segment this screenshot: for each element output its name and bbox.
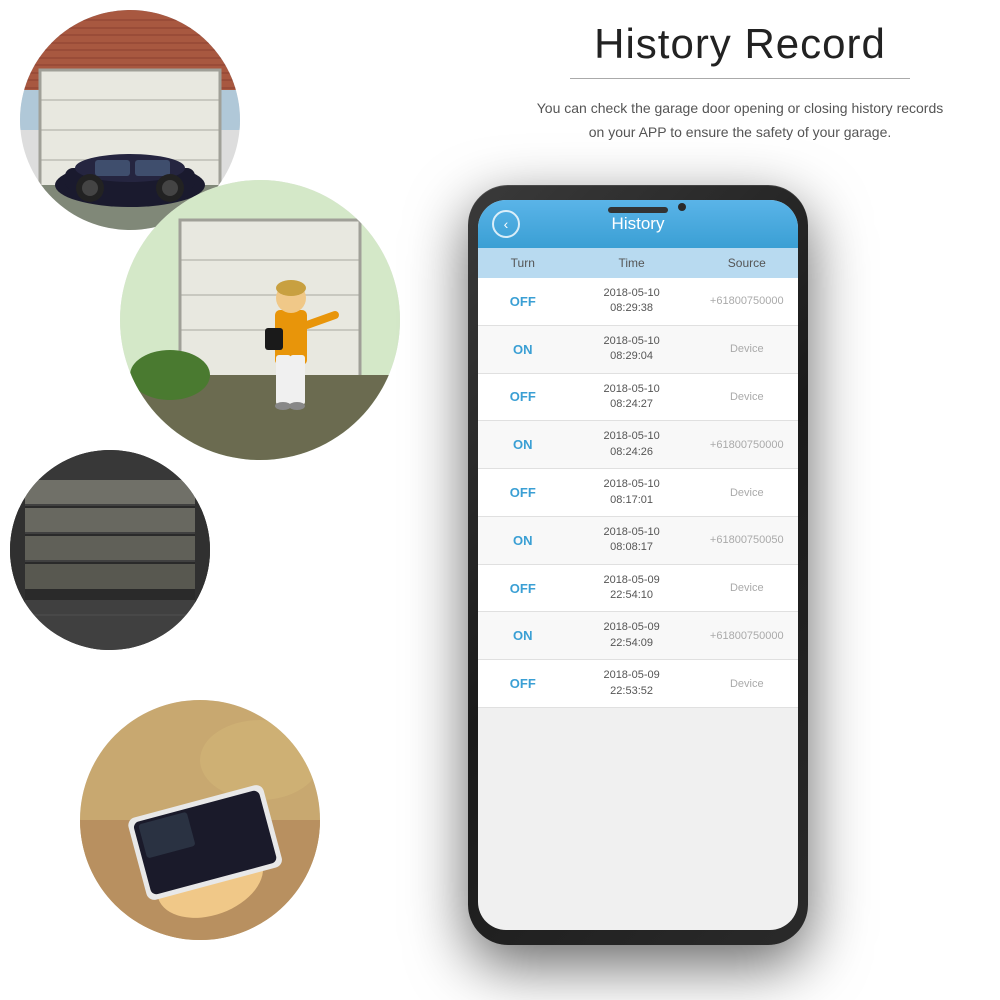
time-value: 2018-05-1008:17:01 (568, 477, 696, 508)
table-row: ON2018-05-1008:29:04Device (478, 326, 798, 374)
time-value: 2018-05-1008:29:38 (568, 286, 696, 317)
source-value: +61800750000 (696, 439, 798, 451)
turn-value: OFF (478, 485, 568, 500)
app-header-title: History (612, 214, 665, 234)
turn-value: ON (478, 533, 568, 548)
table-row: ON2018-05-0922:54:09+61800750000 (478, 612, 798, 660)
circle-opening-garage (10, 450, 210, 650)
table-row: ON2018-05-1008:24:26+61800750000 (478, 421, 798, 469)
turn-value: ON (478, 628, 568, 643)
page-title: History Record (480, 20, 1000, 68)
title-divider (570, 78, 910, 79)
right-section: History Record You can check the garage … (480, 0, 1000, 145)
table-row: OFF2018-05-1008:17:01Device (478, 469, 798, 517)
turn-value: ON (478, 437, 568, 452)
source-value: Device (696, 343, 798, 355)
table-row: OFF2018-05-1008:29:38+61800750000 (478, 278, 798, 326)
time-value: 2018-05-1008:24:27 (568, 382, 696, 413)
back-button[interactable]: ‹ (492, 210, 520, 238)
phone-screen: ‹ History Turn Time Source OFF2018-05-10… (478, 200, 798, 930)
table-header: Turn Time Source (478, 248, 798, 278)
table-row: OFF2018-05-0922:54:10Device (478, 565, 798, 613)
source-value: +61800750000 (696, 630, 798, 642)
turn-value: OFF (478, 676, 568, 691)
col-header-time: Time (568, 256, 696, 270)
time-value: 2018-05-1008:29:04 (568, 334, 696, 365)
phone-mockup: ‹ History Turn Time Source OFF2018-05-10… (468, 185, 808, 945)
circles-section (0, 0, 480, 1000)
description: You can check the garage door opening or… (480, 97, 1000, 145)
turn-value: OFF (478, 581, 568, 596)
table-row: ON2018-05-1008:08:17+61800750050 (478, 517, 798, 565)
time-value: 2018-05-1008:08:17 (568, 525, 696, 556)
phone-speaker (608, 207, 668, 213)
table-row: OFF2018-05-1008:24:27Device (478, 374, 798, 422)
source-value: +61800750000 (696, 295, 798, 307)
time-value: 2018-05-0922:54:10 (568, 573, 696, 604)
app-screen: ‹ History Turn Time Source OFF2018-05-10… (478, 200, 798, 930)
turn-value: OFF (478, 389, 568, 404)
phone-camera (678, 203, 686, 211)
turn-value: ON (478, 342, 568, 357)
phone-outer: ‹ History Turn Time Source OFF2018-05-10… (468, 185, 808, 945)
col-header-source: Source (696, 256, 798, 270)
col-header-turn: Turn (478, 256, 568, 270)
table-body: OFF2018-05-1008:29:38+61800750000ON2018-… (478, 278, 798, 930)
turn-value: OFF (478, 294, 568, 309)
source-value: Device (696, 582, 798, 594)
time-value: 2018-05-0922:53:52 (568, 668, 696, 699)
table-row: OFF2018-05-0922:53:52Device (478, 660, 798, 708)
time-value: 2018-05-1008:24:26 (568, 429, 696, 460)
circle-hand-phone (80, 700, 320, 940)
source-value: Device (696, 487, 798, 499)
source-value: +61800750050 (696, 534, 798, 546)
source-value: Device (696, 391, 798, 403)
circle-woman-garage (120, 180, 400, 460)
time-value: 2018-05-0922:54:09 (568, 620, 696, 651)
source-value: Device (696, 678, 798, 690)
